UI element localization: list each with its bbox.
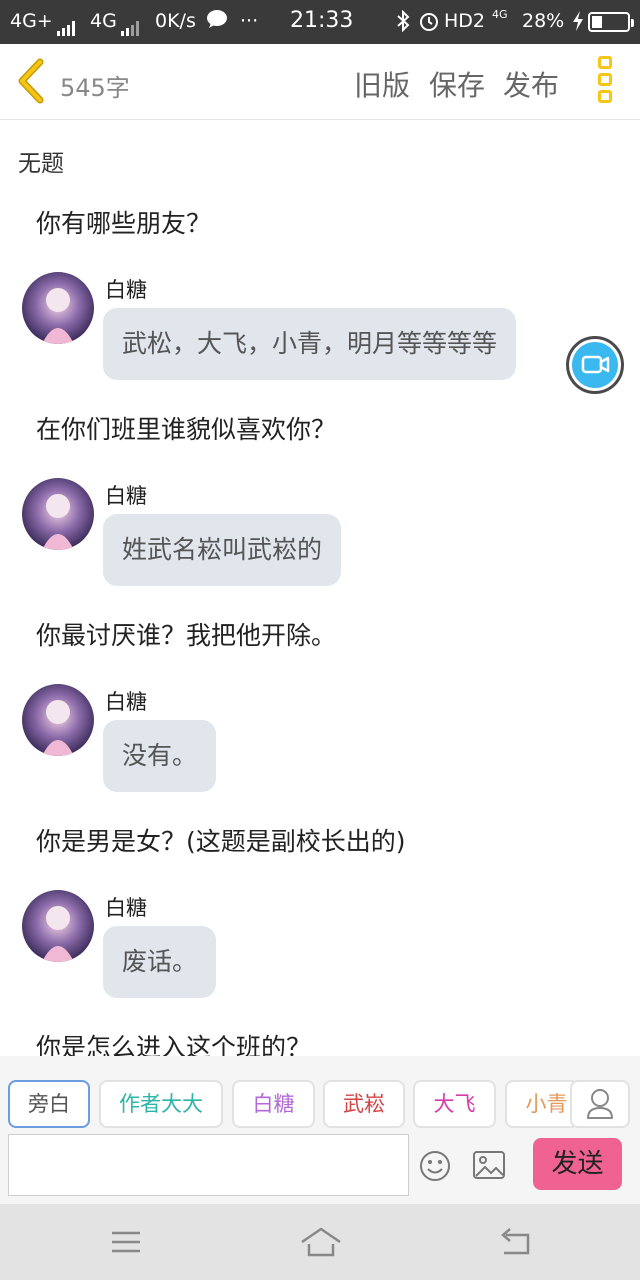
user-icon <box>587 1089 613 1119</box>
send-button[interactable]: 发送 <box>533 1138 622 1190</box>
dialogue-bubble[interactable]: 姓武名崧叫武崧的 <box>103 514 342 586</box>
menu-button[interactable] <box>110 1226 142 1262</box>
home-icon <box>301 1227 341 1257</box>
network-indicator-1: 4G+ <box>10 10 75 36</box>
message-input[interactable] <box>8 1134 409 1196</box>
message-icon <box>206 9 228 34</box>
character-chip-xiaoqing[interactable]: 小青 <box>505 1080 574 1128</box>
image-button[interactable] <box>472 1150 506 1180</box>
speaker-name: 白糖 <box>105 896 147 920</box>
dialogue-bubble[interactable]: 废话。 <box>103 926 217 998</box>
character-chip-wusong[interactable]: 武崧 <box>323 1080 405 1128</box>
story-title[interactable]: 无题 <box>18 144 64 178</box>
hd-indicator: HD2 <box>444 10 486 32</box>
floating-camera-button[interactable] <box>566 336 624 394</box>
story-content[interactable]: 你有哪些朋友？ 白糖 武松，大飞，小青，明月等等等等 在你们班里谁貌似喜欢你？ … <box>0 190 640 1056</box>
question-text: 你是怎么进入这个班的？ <box>36 1033 312 1056</box>
character-chip-narrator[interactable]: 旁白 <box>8 1080 90 1128</box>
signal-icon <box>56 20 75 36</box>
avatar <box>22 890 94 962</box>
old-version-button[interactable]: 旧版 <box>354 64 410 104</box>
charging-icon <box>572 11 584 36</box>
video-camera-icon <box>581 355 610 374</box>
status-bar: 4G+ 4G 0K/s ··· 21:33 HD2 4G 28% <box>0 0 640 44</box>
character-chip-dafei[interactable]: 大飞 <box>413 1080 496 1128</box>
avatar <box>22 272 94 344</box>
battery-percent: 28% <box>522 10 565 32</box>
battery-icon <box>588 12 634 32</box>
dialogue-bubble[interactable]: 没有。 <box>103 720 217 792</box>
back-arrow-icon <box>501 1228 530 1255</box>
back-button[interactable] <box>14 58 54 104</box>
character-chip-baitang[interactable]: 白糖 <box>232 1080 315 1128</box>
emoji-button[interactable] <box>419 1150 451 1182</box>
character-manage-button[interactable] <box>570 1080 630 1128</box>
more-notifications: ··· <box>240 10 259 32</box>
question-text: 在你们班里谁貌似喜欢你？ <box>36 415 337 444</box>
more-menu-button[interactable] <box>594 56 616 108</box>
word-count: 545字 <box>60 74 130 102</box>
speaker-name: 白糖 <box>105 484 147 508</box>
character-chip-author[interactable]: 作者大大 <box>99 1080 223 1128</box>
clock: 21:33 <box>290 8 354 33</box>
image-icon <box>473 1151 505 1179</box>
emoji-icon <box>420 1151 450 1181</box>
composer-panel: 旁白 作者大大 白糖 武崧 大飞 小青 发送 <box>0 1056 640 1204</box>
avatar <box>22 684 94 756</box>
speaker-name: 白糖 <box>105 278 147 302</box>
question-text: 你最讨厌谁？我把他开除。 <box>36 621 337 650</box>
system-nav-bar <box>0 1204 640 1280</box>
question-text: 你有哪些朋友？ <box>36 209 212 238</box>
question-text: 你是男是女？(这题是副校长出的) <box>36 827 406 856</box>
editor-header: 545字 旧版 保存 发布 <box>0 44 640 120</box>
home-button[interactable] <box>299 1226 343 1262</box>
network-speed: 0K/s <box>155 10 196 32</box>
hamburger-icon <box>112 1231 140 1253</box>
character-selector: 旁白 作者大大 白糖 武崧 大飞 小青 <box>8 1080 574 1130</box>
dialogue-bubble[interactable]: 武松，大飞，小青，明月等等等等 <box>103 308 517 380</box>
vertical-dots-icon <box>594 56 616 103</box>
lte-indicator: 4G <box>492 8 508 21</box>
bluetooth-icon <box>396 9 410 37</box>
publish-button[interactable]: 发布 <box>503 64 559 104</box>
signal-icon <box>120 20 139 36</box>
network-indicator-2: 4G <box>90 10 139 36</box>
back-nav-button[interactable] <box>498 1226 532 1262</box>
speaker-name: 白糖 <box>105 690 147 714</box>
chevron-left-icon <box>18 58 44 104</box>
alarm-icon <box>418 10 440 37</box>
avatar <box>22 478 94 550</box>
save-button[interactable]: 保存 <box>429 64 485 104</box>
